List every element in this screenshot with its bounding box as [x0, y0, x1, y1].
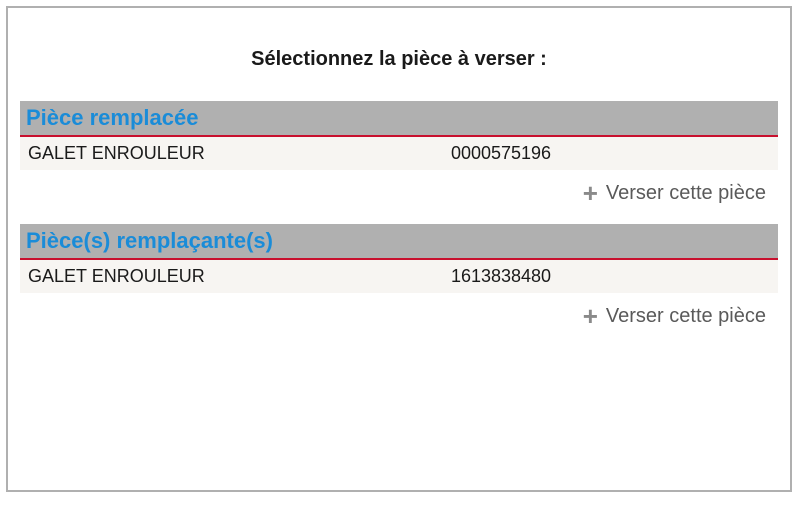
section-header-replaced: Pièce remplacée: [20, 101, 778, 137]
add-part-label: Verser cette pièce: [606, 305, 766, 328]
section-header-label: Pièce remplacée: [26, 105, 198, 130]
part-name: GALET ENROULEUR: [28, 266, 451, 287]
section-header-replacement: Pièce(s) remplaçante(s): [20, 224, 778, 260]
part-name: GALET ENROULEUR: [28, 143, 451, 164]
add-part-label: Verser cette pièce: [606, 182, 766, 205]
section-header-label: Pièce(s) remplaçante(s): [26, 228, 273, 253]
part-row: GALET ENROULEUR 0000575196: [20, 137, 778, 170]
plus-icon: +: [583, 180, 598, 206]
page-title: Sélectionnez la pièce à verser :: [20, 48, 778, 71]
part-reference: 1613838480: [451, 266, 770, 287]
part-row: GALET ENROULEUR 1613838480: [20, 260, 778, 293]
add-part-button[interactable]: + Verser cette pièce: [20, 170, 778, 224]
part-selection-panel: Sélectionnez la pièce à verser : Pièce r…: [6, 6, 792, 492]
part-reference: 0000575196: [451, 143, 770, 164]
plus-icon: +: [583, 303, 598, 329]
add-part-button[interactable]: + Verser cette pièce: [20, 293, 778, 347]
